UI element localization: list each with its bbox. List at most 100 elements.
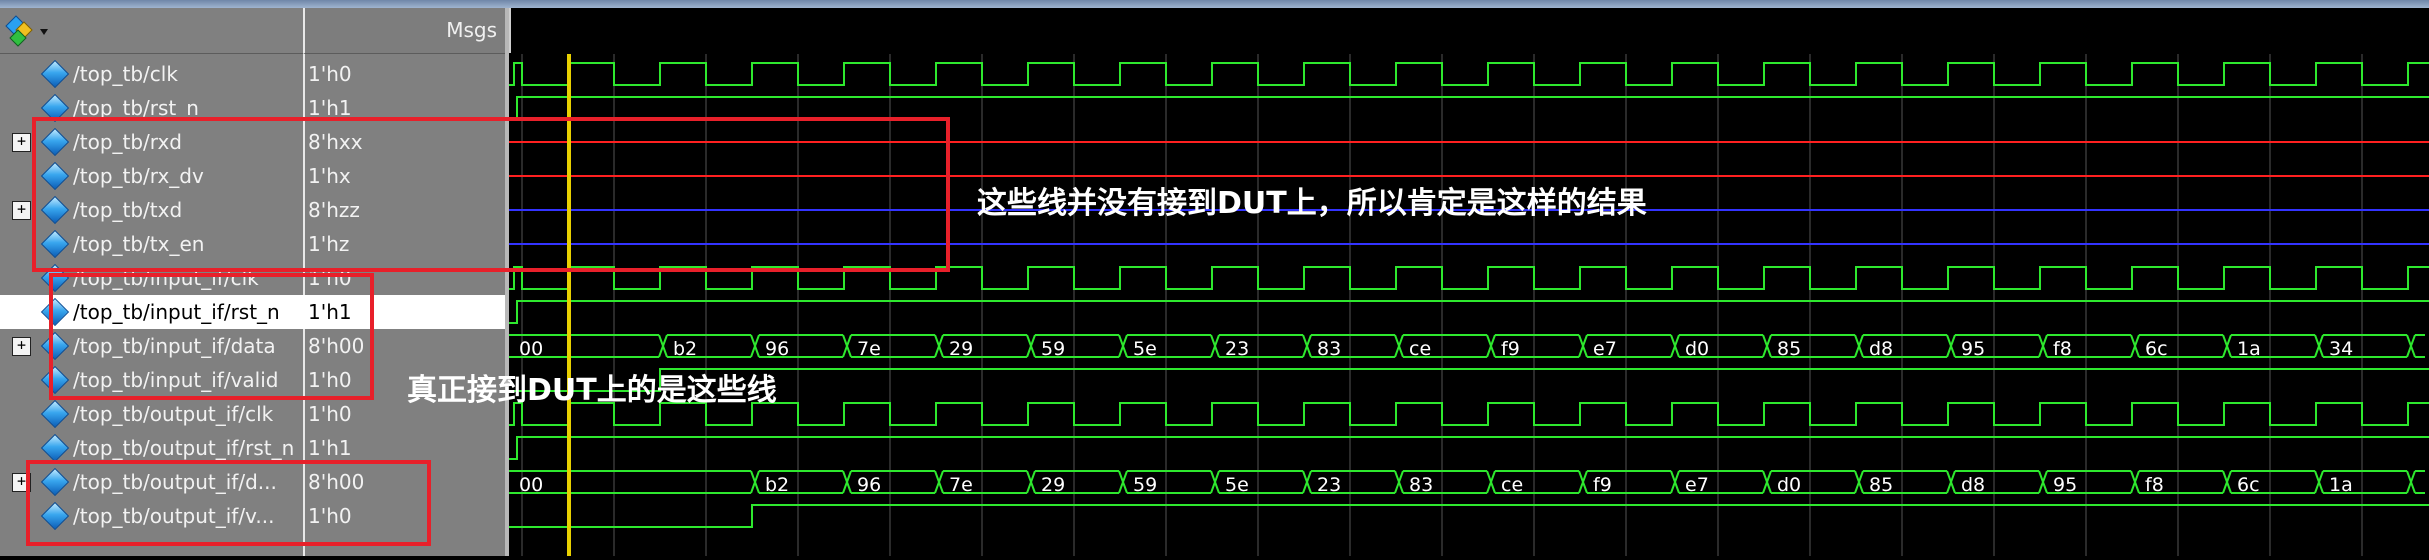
bus-value-label: 6c xyxy=(2237,474,2260,496)
bus-transition xyxy=(1762,470,1772,494)
bus-value-label: 00 xyxy=(519,338,543,360)
bus-transition xyxy=(1854,470,1864,494)
bus-value-label: d0 xyxy=(1777,474,1801,496)
bus-value-label: 5e xyxy=(1133,338,1157,360)
bus-transition xyxy=(2314,334,2324,358)
signal-diamond-icon xyxy=(40,433,70,463)
bus-transition xyxy=(2222,470,2232,494)
connected-annotation: 真正接到DUT上的是这些线 xyxy=(407,373,777,408)
bus-segment xyxy=(2415,334,2425,358)
bus-transition xyxy=(1026,334,1036,358)
bus-transition xyxy=(1302,470,1312,494)
bus-value-label: 23 xyxy=(1317,474,1341,496)
bus-transition xyxy=(1946,334,1956,358)
bus-value-label: d0 xyxy=(1685,338,1709,360)
unconnected-annotation: 这些线并没有接到DUT上，所以肯定是这样的结果 xyxy=(977,186,1647,221)
bus-transition xyxy=(2406,470,2416,494)
expand-plus-icon[interactable]: + xyxy=(12,200,31,220)
bus-transition xyxy=(1394,334,1404,358)
bus-value-label: e7 xyxy=(1593,338,1617,360)
bus-value-label: d8 xyxy=(1961,474,1985,496)
bus-transition xyxy=(1670,470,1680,494)
bus-value-label: 95 xyxy=(1961,338,1985,360)
bus-value-label: f9 xyxy=(1593,474,1612,496)
bus-value-label: 23 xyxy=(1225,338,1249,360)
bus-segment xyxy=(2415,470,2425,494)
bus-transition xyxy=(1394,470,1404,494)
bus-value-label: 95 xyxy=(2053,474,2077,496)
bus-transition xyxy=(842,334,852,358)
reset-wave xyxy=(509,300,2429,324)
signal-value: 1'h0 xyxy=(308,402,352,426)
valid-wave xyxy=(509,368,2429,392)
output-if-signals-box xyxy=(26,460,431,546)
bus-transition xyxy=(2130,334,2140,358)
bus-transition xyxy=(2038,470,2048,494)
msgs-column-header: Msgs xyxy=(303,8,507,54)
bus-value-label: ce xyxy=(1409,338,1431,360)
bus-transition xyxy=(1118,334,1128,358)
bus-transition xyxy=(1210,334,1220,358)
bus-transition xyxy=(1026,470,1036,494)
signal-row[interactable]: /top_tb/output_if/clk xyxy=(0,397,303,431)
bus-value-label: d8 xyxy=(1869,338,1893,360)
window-title-strip xyxy=(0,0,2429,8)
bus-value-label: 5e xyxy=(1225,474,1249,496)
bus-value-label: 00 xyxy=(519,474,543,496)
bus-transition xyxy=(1946,470,1956,494)
bus-transition xyxy=(750,470,760,494)
wave-header xyxy=(509,8,2429,53)
bus-value-label: e7 xyxy=(1685,474,1709,496)
bus-transition xyxy=(2038,334,2048,358)
bus-transition xyxy=(1486,334,1496,358)
bus-value-label: ce xyxy=(1501,474,1523,496)
bus-value-label: 7e xyxy=(949,474,973,496)
bus-value-label: 6c xyxy=(2145,338,2168,360)
signal-diamond-icon xyxy=(40,59,70,89)
bus-value-label: 34 xyxy=(2329,338,2353,360)
bus-transition xyxy=(934,334,944,358)
bus-transition xyxy=(1762,334,1772,358)
signal-name: /top_tb/clk xyxy=(73,62,178,86)
bus-value-label: 1a xyxy=(2237,338,2261,360)
bus-transition xyxy=(1118,470,1128,494)
expand-plus-icon[interactable]: + xyxy=(12,336,31,356)
bus-value-label: f8 xyxy=(2145,474,2164,496)
wave-layers-icon[interactable] xyxy=(4,14,50,48)
bus-value-label: 83 xyxy=(1409,474,1433,496)
bus-transition xyxy=(750,334,760,358)
bus-value-label: 59 xyxy=(1041,338,1065,360)
valid-wave xyxy=(509,504,2429,528)
bus-value-label: 85 xyxy=(1869,474,1893,496)
bus-value-label: 1a xyxy=(2329,474,2353,496)
expand-plus-icon[interactable]: + xyxy=(12,132,31,152)
reset-wave xyxy=(509,436,2429,460)
bus-value-label: 59 xyxy=(1133,474,1157,496)
bus-transition xyxy=(1578,470,1588,494)
signal-value-row[interactable]: 1'h0 xyxy=(303,57,505,91)
bus-value-label: 29 xyxy=(949,338,973,360)
bus-value-label: b2 xyxy=(765,474,789,496)
signal-row[interactable]: /top_tb/clk xyxy=(0,57,303,91)
signal-name: /top_tb/output_if/rst_n xyxy=(73,436,295,460)
bus-value-label: 85 xyxy=(1777,338,1801,360)
bus-transition xyxy=(2222,334,2232,358)
bus-transition xyxy=(2314,470,2324,494)
signal-diamond-icon xyxy=(40,399,70,429)
bus-value-label: 96 xyxy=(765,338,789,360)
bus-transition xyxy=(2130,470,2140,494)
input-if-signals-box xyxy=(49,273,374,400)
bus-transition xyxy=(1486,470,1496,494)
bus-transition xyxy=(842,470,852,494)
signal-value: 1'h0 xyxy=(308,62,352,86)
bus-transition xyxy=(1578,334,1588,358)
bus-transition xyxy=(1670,334,1680,358)
signal-toolbar xyxy=(0,8,303,54)
bus-segment xyxy=(509,470,751,494)
clock-wave xyxy=(509,62,2429,86)
bus-value-label: b2 xyxy=(673,338,697,360)
unconnected-signals-box xyxy=(32,117,950,272)
bus-value-label: 96 xyxy=(857,474,881,496)
reset-wave xyxy=(509,96,2429,120)
bus-transition xyxy=(934,470,944,494)
